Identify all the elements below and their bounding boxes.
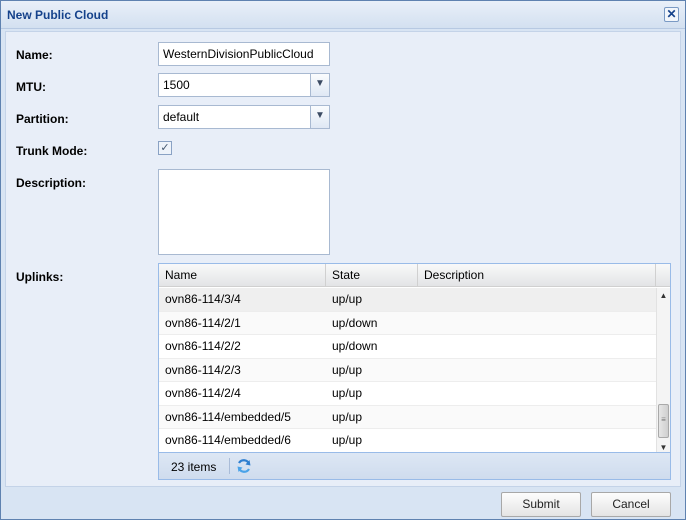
cell-name: ovn86-114/2/1 (165, 315, 241, 330)
cell-name: ovn86-114/2/2 (165, 339, 241, 353)
cell-state: up/down (332, 339, 378, 353)
new-public-cloud-dialog: New Public Cloud ✕ Name: WesternDivision… (0, 0, 686, 520)
cell-state: up/up (332, 362, 363, 377)
mtu-label: MTU: (16, 80, 46, 94)
toolbar-separator (229, 458, 230, 474)
chevron-down-icon[interactable]: ▼ (310, 106, 329, 128)
cell-name: ovn86-114/3/4 (165, 292, 241, 306)
cell-name: ovn86-114/embedded/6 (165, 433, 291, 447)
table-row[interactable]: ovn86-114/embedded/5 up/up (159, 405, 656, 429)
dialog-titlebar[interactable]: New Public Cloud ✕ (1, 1, 685, 29)
submit-button[interactable]: Submit (501, 492, 581, 517)
checkmark-icon: ✓ (160, 142, 170, 154)
chevron-down-icon[interactable]: ▼ (310, 74, 329, 96)
uplinks-label: Uplinks: (16, 270, 64, 284)
column-header-description[interactable]: Description (418, 264, 656, 287)
cell-state: up/up (332, 409, 363, 424)
partition-value: default (163, 110, 200, 124)
grid-paging-toolbar: 23 items (159, 452, 670, 479)
description-textarea[interactable] (158, 169, 330, 255)
uplinks-grid: Name State Description ovn86-114/3/4 up/… (158, 263, 671, 480)
cell-name: ovn86-114/2/3 (165, 362, 241, 377)
cell-name: ovn86-114/2/4 (165, 386, 241, 400)
column-header-name[interactable]: Name (159, 264, 326, 287)
table-row[interactable]: ovn86-114/2/3 up/up (159, 358, 656, 382)
table-row[interactable]: ovn86-114/2/2 up/down (159, 335, 656, 359)
dialog-title: New Public Cloud (7, 8, 109, 22)
description-label: Description: (16, 176, 87, 190)
table-row[interactable]: ovn86-114/embedded/6 up/up (159, 429, 656, 453)
refresh-icon[interactable] (235, 457, 253, 475)
grid-body: ovn86-114/3/4 up/up ovn86-114/2/1 up/dow… (159, 288, 656, 453)
name-label: Name: (16, 48, 53, 62)
trunk-mode-label: Trunk Mode: (16, 144, 88, 158)
cell-state: up/up (332, 433, 363, 447)
trunk-mode-checkbox[interactable]: ✓ (158, 141, 172, 155)
partition-label: Partition: (16, 112, 69, 126)
scrollbar-thumb[interactable]: ≡ (658, 404, 669, 438)
cancel-button[interactable]: Cancel (591, 492, 671, 517)
cell-name: ovn86-114/embedded/5 (165, 409, 291, 424)
mtu-value: 1500 (163, 78, 190, 92)
column-header-state[interactable]: State (326, 264, 418, 287)
table-row[interactable]: ovn86-114/3/4 up/up (159, 288, 656, 312)
table-row[interactable]: ovn86-114/2/1 up/down (159, 311, 656, 335)
mtu-combo[interactable]: 1500 ▼ (158, 73, 330, 97)
form-panel: Name: WesternDivisionPublicCloud MTU: 15… (5, 31, 681, 487)
grid-header: Name State Description (159, 264, 670, 287)
name-field[interactable]: WesternDivisionPublicCloud (158, 42, 330, 66)
close-icon[interactable]: ✕ (664, 7, 679, 22)
partition-combo[interactable]: default ▼ (158, 105, 330, 129)
arrow-up-icon[interactable]: ▲ (657, 290, 670, 302)
items-count: 23 items (171, 460, 217, 474)
table-row[interactable]: ovn86-114/2/4 up/up (159, 382, 656, 406)
cell-state: up/down (332, 315, 378, 330)
grid-scrollbar[interactable]: ▲ ≡ ▼ (656, 288, 670, 454)
cell-state: up/up (332, 292, 363, 306)
cell-state: up/up (332, 386, 363, 400)
